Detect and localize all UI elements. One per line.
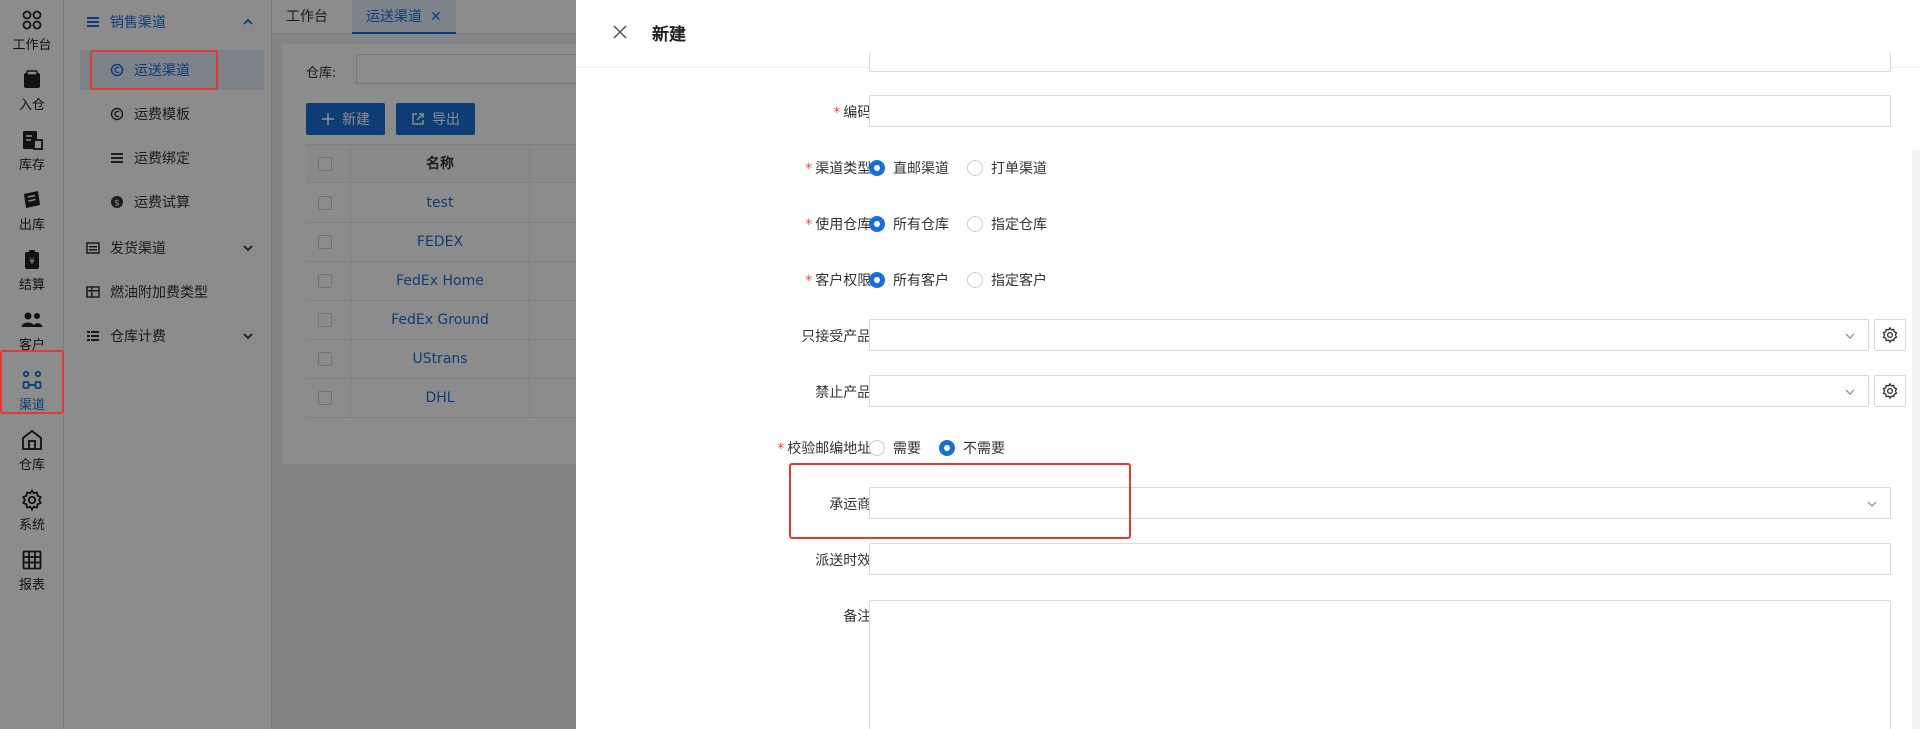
radio-all-warehouses[interactable]: 所有仓库	[869, 214, 949, 234]
radio-dot[interactable]	[967, 272, 983, 288]
channel-type-label: * 渠道类型:	[576, 158, 876, 178]
customer-perm-label-text: 客户权限:	[815, 273, 876, 289]
radio-label: 需要	[893, 441, 921, 457]
highlight-box-subnav	[90, 50, 218, 90]
radio-label: 指定仓库	[991, 217, 1047, 233]
accept-products-settings-button[interactable]	[1874, 319, 1906, 351]
name-input-partial[interactable]	[869, 52, 1891, 72]
delivery-time-input[interactable]	[869, 543, 1891, 575]
radio-label: 所有客户	[893, 273, 949, 289]
channel-type-label-text: 渠道类型:	[815, 161, 876, 177]
radio-dot-selected[interactable]	[869, 216, 885, 232]
radio-dot[interactable]	[967, 216, 983, 232]
gear-icon	[1882, 326, 1898, 344]
code-input[interactable]	[869, 95, 1891, 127]
radio-label: 不需要	[963, 441, 1005, 457]
chevron-down-icon	[1845, 389, 1855, 395]
verify-zip-label-text: 校验邮编地址:	[787, 441, 876, 457]
required-mark: *	[805, 217, 813, 233]
customer-perm-radio-group: 所有客户 指定客户	[869, 270, 1065, 290]
accept-products-select[interactable]	[869, 319, 1869, 351]
radio-dot[interactable]	[869, 440, 885, 456]
highlight-box-carrier	[789, 463, 1131, 539]
radio-label: 直邮渠道	[893, 161, 949, 177]
radio-dot[interactable]	[967, 160, 983, 176]
required-mark: *	[777, 441, 785, 457]
chevron-down-icon	[1867, 501, 1877, 507]
required-mark: *	[833, 105, 841, 121]
radio-print-label[interactable]: 打单渠道	[967, 158, 1047, 178]
radio-label: 所有仓库	[893, 217, 949, 233]
verify-zip-radio-group: 需要 不需要	[869, 438, 1023, 458]
forbid-products-settings-button[interactable]	[1874, 375, 1906, 407]
delivery-time-label: 派送时效:	[815, 553, 876, 569]
drawer-scrollbar[interactable]	[1912, 150, 1920, 729]
radio-dot-selected[interactable]	[869, 160, 885, 176]
radio-dot-selected[interactable]	[869, 272, 885, 288]
forbid-products-select[interactable]	[869, 375, 1869, 407]
gear-icon	[1882, 382, 1898, 400]
accept-products-label: 只接受产品:	[801, 329, 876, 345]
radio-dot-selected[interactable]	[939, 440, 955, 456]
remark-textarea[interactable]	[869, 600, 1891, 729]
radio-specific-customer[interactable]: 指定客户	[967, 270, 1047, 290]
radio-all-customers[interactable]: 所有客户	[869, 270, 949, 290]
radio-need[interactable]: 需要	[869, 438, 921, 458]
required-mark: *	[805, 161, 813, 177]
new-channel-drawer: 新建 * 编码: * 渠道类型: 直邮渠道 打单渠道 * 使用仓库: 所有仓库 指定仓…	[576, 0, 1920, 729]
radio-direct-mail[interactable]: 直邮渠道	[869, 158, 949, 178]
required-mark: *	[805, 273, 813, 289]
code-label: * 编码:	[576, 102, 876, 122]
channel-type-radio-group: 直邮渠道 打单渠道	[869, 158, 1065, 178]
warehouse-use-label-text: 使用仓库:	[815, 217, 876, 233]
remark-label: 备注:	[843, 609, 876, 625]
customer-perm-label: * 客户权限:	[576, 270, 876, 290]
radio-label: 打单渠道	[991, 161, 1047, 177]
warehouse-use-radio-group: 所有仓库 指定仓库	[869, 214, 1065, 234]
warehouse-use-label: * 使用仓库:	[576, 214, 876, 234]
close-icon[interactable]	[610, 22, 630, 42]
highlight-box-rail	[0, 350, 64, 414]
forbid-products-label: 禁止产品:	[815, 385, 876, 401]
radio-not-need[interactable]: 不需要	[939, 438, 1005, 458]
verify-zip-label: * 校验邮编地址:	[576, 438, 876, 458]
radio-specific-warehouse[interactable]: 指定仓库	[967, 214, 1047, 234]
radio-label: 指定客户	[991, 273, 1047, 289]
chevron-down-icon	[1845, 333, 1855, 339]
drawer-title: 新建	[652, 25, 686, 45]
